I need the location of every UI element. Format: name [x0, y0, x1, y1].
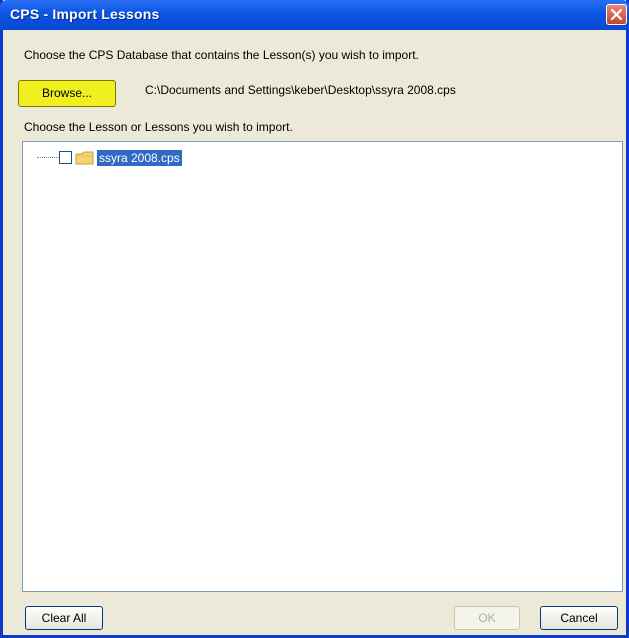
- folder-icon: [75, 151, 94, 165]
- close-icon: [610, 8, 623, 21]
- clear-all-button[interactable]: Clear All: [25, 606, 103, 630]
- browse-button[interactable]: Browse...: [18, 80, 116, 107]
- lessons-prompt: Choose the Lesson or Lessons you wish to…: [24, 120, 293, 134]
- title-bar: CPS - Import Lessons: [0, 0, 629, 30]
- import-lessons-dialog: CPS - Import Lessons Choose the CPS Data…: [0, 0, 629, 638]
- window-title: CPS - Import Lessons: [10, 6, 160, 22]
- database-path: C:\Documents and Settings\keber\Desktop\…: [145, 83, 456, 97]
- lesson-checkbox[interactable]: [59, 151, 72, 164]
- tree-node-label[interactable]: ssyra 2008.cps: [97, 150, 182, 166]
- database-prompt: Choose the CPS Database that contains th…: [24, 48, 419, 62]
- ok-button[interactable]: OK: [454, 606, 520, 630]
- tree-connector: [37, 157, 59, 158]
- cancel-button[interactable]: Cancel: [540, 606, 618, 630]
- close-button[interactable]: [606, 4, 627, 25]
- lesson-tree[interactable]: ssyra 2008.cps: [22, 141, 623, 592]
